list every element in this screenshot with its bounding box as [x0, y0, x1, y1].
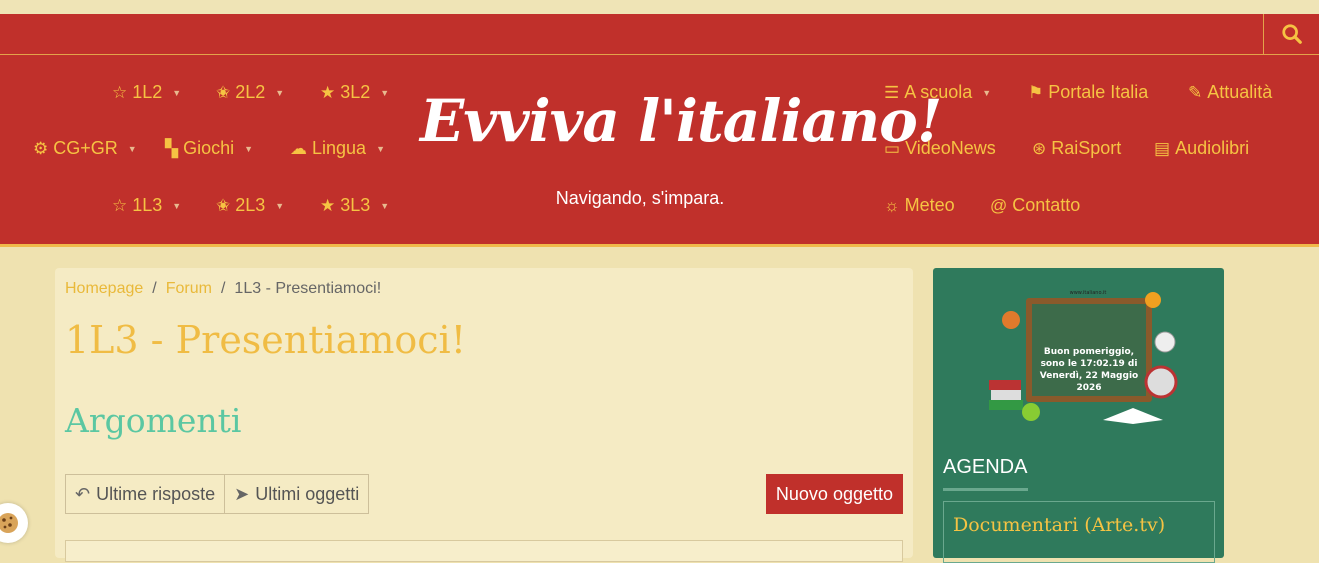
caret-down-icon: ▼ [982, 87, 992, 98]
button-label: Ultime risposte [96, 483, 216, 504]
main-content: Homepage / Forum/1L3 - Presentiamoci! 1L3 … [55, 268, 913, 562]
caret-down-icon: ▼ [376, 143, 385, 154]
agenda-list: Documentari (Arte.tv) [943, 501, 1215, 563]
at-icon: @ [990, 195, 1008, 215]
reply-all-icon: ↶ [75, 483, 91, 504]
breadcrumb-forum[interactable]: Forum [166, 280, 212, 297]
blackboard-greeting: Buon pomeriggio, sono le 17:02.19 di Ven… [1039, 347, 1139, 393]
breadcrumb-current: 1L3 - Presentiamoci! [234, 280, 382, 297]
nav-item-attualita[interactable]: ✎ Attualità [1188, 82, 1272, 103]
nav-label: Giochi [183, 138, 235, 158]
nav-label: CG+GR [53, 138, 118, 158]
sun-icon: ☼ [884, 195, 900, 215]
caret-down-icon: ▼ [172, 200, 182, 211]
section-title: Argomenti [65, 401, 242, 440]
nav-label: Lingua [312, 138, 367, 158]
breadcrumb: Homepage / Forum/1L3 - Presentiamoci! [65, 280, 382, 297]
nav-item-raisport[interactable]: ⊛ RaiSport [1032, 138, 1121, 159]
caret-down-icon: ▼ [275, 87, 285, 98]
site-logo[interactable]: Evviva l'italiano! [420, 87, 942, 155]
nav-label: RaiSport [1051, 138, 1122, 158]
star-full-icon: ★ [320, 195, 336, 215]
nav-label: 2L3 [235, 195, 266, 215]
puzzle-icon: ▚ [165, 138, 179, 158]
site-header: ☆ 1L2 ▼ ✬ 2L2 ▼ ★ 3L2 ▼ ⚙ CG+GR ▼ ▚ Gioc… [0, 55, 1319, 247]
caret-down-icon: ▼ [172, 87, 182, 98]
topic-filter-buttons: ↶ Ultime risposte ➤ Ultimi oggetti [65, 474, 370, 514]
nav-label: Meteo [904, 195, 955, 215]
new-topic-button[interactable]: Nuovo oggetto [765, 474, 903, 514]
nav-item-2l3[interactable]: ✬ 2L3 ▼ [216, 195, 284, 216]
caret-down-icon: ▼ [380, 200, 390, 211]
nav-label: 2L2 [235, 82, 266, 102]
nav-label: 3L2 [340, 82, 371, 102]
star-half-icon: ✬ [216, 82, 231, 102]
gear-icon: ⚙ [33, 138, 49, 158]
nav-item-videonews[interactable]: ▭ VideoNews [884, 138, 996, 159]
nav-item-3l2[interactable]: ★ 3L2 ▼ [320, 82, 389, 103]
agenda-underline [943, 488, 1028, 491]
star-half-icon: ✬ [216, 195, 231, 215]
nav-label: 1L2 [132, 82, 163, 102]
nav-item-portale-italia[interactable]: ⚑ Portale Italia [1028, 82, 1148, 103]
sidebar: www.italiano.it Buon pomeriggio, sono le… [933, 268, 1224, 563]
blackboard-widget: www.italiano.it Buon pomeriggio, sono le… [983, 290, 1183, 430]
nav-item-1l3[interactable]: ☆ 1L3 ▼ [112, 195, 181, 216]
cookie-settings-button[interactable] [0, 503, 28, 543]
star-full-icon: ★ [320, 82, 336, 102]
search-icon [1281, 24, 1302, 44]
chat-bubbles-icon: ☁ [290, 138, 307, 158]
nav-label: 1L3 [132, 195, 163, 215]
button-label: Ultimi oggetti [255, 483, 360, 504]
nav-item-cggr[interactable]: ⚙ CG+GR ▼ [33, 138, 137, 159]
nav-label: Contatto [1012, 195, 1081, 215]
nav-label: Audiolibri [1175, 138, 1250, 158]
caret-down-icon: ▼ [127, 143, 137, 154]
paper-plane-icon: ➤ [234, 483, 250, 504]
nav-label: Attualità [1207, 82, 1273, 102]
flag-icon: ⚑ [1028, 82, 1044, 102]
agenda-heading: AGENDA [943, 456, 1028, 478]
topics-table [65, 540, 903, 562]
nav-label: Portale Italia [1048, 82, 1149, 102]
cookie-icon [0, 513, 18, 533]
star-outline-icon: ☆ [112, 82, 128, 102]
school-icon: ☰ [884, 82, 900, 102]
nav-label: 3L3 [340, 195, 371, 215]
nav-item-lingua[interactable]: ☁ Lingua ▼ [290, 138, 385, 159]
ball-icon: ⊛ [1032, 138, 1047, 158]
latest-topics-button[interactable]: ➤ Ultimi oggetti [225, 474, 370, 514]
top-strip [0, 0, 1319, 14]
nav-item-audiolibri[interactable]: ▤ Audiolibri [1154, 138, 1249, 159]
caret-down-icon: ▼ [275, 200, 285, 211]
monitor-icon: ▭ [884, 138, 901, 158]
nav-item-1l2[interactable]: ☆ 1L2 ▼ [112, 82, 181, 103]
nav-label: VideoNews [905, 138, 996, 158]
book-open-icon: ▤ [1154, 138, 1171, 158]
nav-item-a-scuola[interactable]: ☰ A scuola ▼ [884, 82, 991, 103]
nav-item-contatto[interactable]: @ Contatto [990, 195, 1080, 216]
latest-replies-button[interactable]: ↶ Ultime risposte [65, 474, 226, 514]
nav-item-3l3[interactable]: ★ 3L3 ▼ [320, 195, 389, 216]
nav-label: A scuola [904, 82, 973, 102]
edit-icon: ✎ [1188, 82, 1203, 102]
caret-down-icon: ▼ [244, 143, 254, 154]
star-outline-icon: ☆ [112, 195, 128, 215]
top-bar [0, 14, 1319, 55]
page-title: 1L3 - Presentiamoci! [65, 318, 466, 362]
search-button[interactable] [1263, 14, 1319, 54]
nav-item-2l2[interactable]: ✬ 2L2 ▼ [216, 82, 284, 103]
nav-item-meteo[interactable]: ☼ Meteo [884, 195, 955, 216]
blackboard-url: www.italiano.it [1069, 290, 1107, 296]
site-tagline: Navigando, s'impara. [555, 188, 725, 208]
caret-down-icon: ▼ [380, 87, 390, 98]
nav-item-giochi[interactable]: ▚ Giochi ▼ [165, 138, 253, 159]
breadcrumb-homepage[interactable]: Homepage [65, 280, 143, 297]
agenda-item-documentari[interactable]: Documentari (Arte.tv) [953, 514, 1165, 536]
